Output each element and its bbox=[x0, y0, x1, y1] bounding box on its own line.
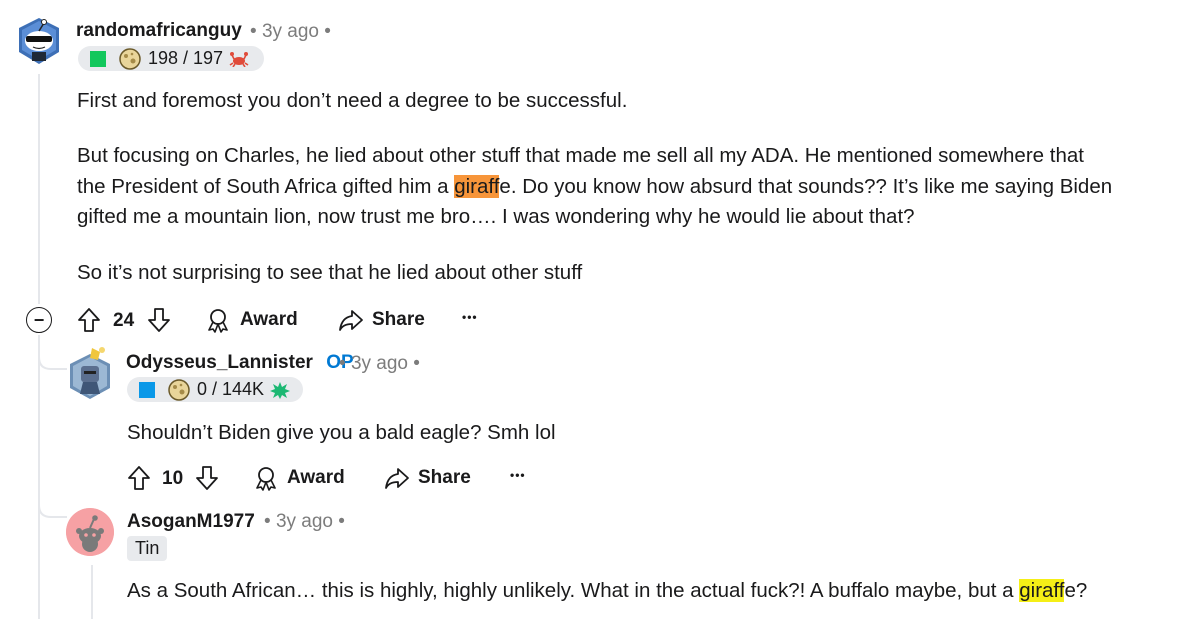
comment-text: As a South African… this is highly, high… bbox=[127, 576, 1087, 606]
flair-blue-square-icon bbox=[139, 381, 155, 398]
default-snoo-avatar-icon bbox=[66, 508, 114, 556]
search-highlight: giraff bbox=[454, 175, 500, 198]
separator-dot: • bbox=[264, 511, 271, 532]
more-options-button[interactable]: ••• bbox=[510, 468, 526, 482]
comment-paragraph-line: the President of South Africa gifted him… bbox=[77, 172, 1112, 202]
separator-dot: • bbox=[339, 353, 346, 374]
award-label: Award bbox=[287, 467, 345, 488]
award-icon bbox=[256, 467, 276, 491]
vote-count: 10 bbox=[162, 468, 184, 489]
comment-author[interactable]: AsoganM1977 bbox=[127, 511, 255, 533]
comment-author: Odysseus_Lannister OP bbox=[126, 352, 354, 374]
moon-coin-icon bbox=[119, 47, 141, 70]
comment-time[interactable]: 3y ago bbox=[276, 511, 333, 532]
separator-dot: • bbox=[413, 353, 420, 374]
downvote-button[interactable] bbox=[194, 464, 220, 492]
separator-dot: • bbox=[250, 21, 257, 42]
user-flair: 0 / 144K bbox=[127, 377, 303, 402]
vote-count: 24 bbox=[113, 310, 135, 331]
comment-paragraph: So it’s not surprising to see that he li… bbox=[77, 261, 583, 284]
share-label: Share bbox=[372, 309, 425, 330]
upvote-arrow-icon bbox=[78, 308, 100, 332]
avatar-asoganm1977[interactable] bbox=[66, 508, 114, 556]
green-splat-icon bbox=[270, 381, 291, 399]
comment-text: Shouldn’t Biden give you a bald eagle? S… bbox=[127, 421, 556, 444]
comment-author-name[interactable]: Odysseus_Lannister bbox=[126, 352, 313, 373]
share-button[interactable]: Share bbox=[384, 465, 471, 491]
minus-icon: − bbox=[33, 310, 45, 330]
collapse-button[interactable]: − bbox=[26, 307, 52, 333]
share-label: Share bbox=[418, 467, 471, 488]
text-segment: e. Do you know how absurd that sounds?? … bbox=[499, 175, 1113, 198]
flair-score: 198 / 197 bbox=[148, 48, 224, 68]
snoo-sunglasses-avatar-icon bbox=[19, 18, 59, 64]
award-label: Award bbox=[240, 309, 298, 330]
comment-time[interactable]: 3y ago bbox=[351, 353, 408, 374]
award-button[interactable]: Award bbox=[253, 465, 345, 491]
crab-icon bbox=[229, 51, 249, 67]
share-button[interactable]: Share bbox=[338, 307, 425, 333]
more-options-button[interactable]: ••• bbox=[462, 310, 478, 324]
comment-time[interactable]: 3y ago bbox=[262, 21, 319, 42]
text-segment: e? bbox=[1064, 579, 1088, 602]
moon-coin-icon bbox=[168, 378, 190, 401]
search-highlight: giraff bbox=[1019, 579, 1065, 602]
thread-line-asogan[interactable] bbox=[91, 565, 93, 619]
award-button[interactable]: Award bbox=[205, 307, 298, 333]
upvote-arrow-icon bbox=[128, 466, 150, 490]
comment-paragraph-line: gifted me a mountain lion, now trust me … bbox=[77, 205, 915, 228]
thread-line-main-lower[interactable] bbox=[38, 336, 40, 619]
separator-dot: • bbox=[338, 511, 345, 532]
text-segment: the President of South Africa gifted him… bbox=[77, 175, 455, 198]
text-segment: As a South African… this is highly, high… bbox=[127, 579, 1020, 602]
separator-dot: • bbox=[324, 21, 331, 42]
upvote-button[interactable] bbox=[76, 306, 102, 334]
downvote-arrow-icon bbox=[196, 466, 218, 490]
downvote-button[interactable] bbox=[146, 306, 172, 334]
thread-connector-2 bbox=[38, 495, 67, 518]
comment-author[interactable]: randomafricanguy bbox=[76, 20, 242, 42]
comment-meta: • 3y ago • bbox=[250, 21, 331, 43]
comment-paragraph: First and foremost you don’t need a degr… bbox=[77, 89, 628, 112]
user-flair-text: Tin bbox=[127, 536, 168, 561]
knight-avatar-icon bbox=[70, 347, 110, 399]
avatar-odysseus-lannister[interactable] bbox=[66, 346, 114, 400]
avatar-randomafricanguy[interactable] bbox=[14, 14, 64, 66]
share-arrow-icon bbox=[385, 468, 409, 489]
award-icon bbox=[208, 309, 228, 333]
user-flair: 198 / 197 bbox=[78, 46, 264, 71]
comment-meta: • 3y ago • bbox=[264, 511, 345, 533]
thread-line-main[interactable] bbox=[38, 74, 40, 304]
upvote-button[interactable] bbox=[126, 464, 152, 492]
thread-connector-1 bbox=[38, 335, 67, 370]
comment-meta: • 3y ago • bbox=[339, 353, 420, 375]
flair-green-square-icon bbox=[90, 50, 106, 67]
flair-score: 0 / 144K bbox=[197, 379, 265, 399]
downvote-arrow-icon bbox=[148, 308, 170, 332]
comment-paragraph-line: But focusing on Charles, he lied about o… bbox=[77, 144, 1084, 167]
share-arrow-icon bbox=[339, 310, 363, 331]
